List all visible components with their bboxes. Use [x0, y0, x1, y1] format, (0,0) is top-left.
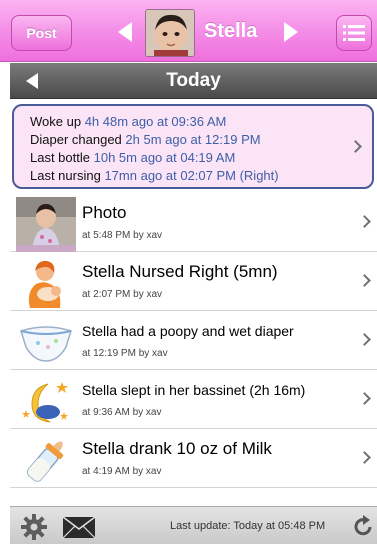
- mail-icon[interactable]: [62, 516, 96, 539]
- event-list: Photo at 5:48 PM by xav Stella Nursed Ri…: [10, 193, 377, 488]
- moon-stars-icon: [18, 376, 74, 428]
- chevron-right-icon: [358, 451, 371, 464]
- summary-value: 17mn ago at 02:07 PM (Right): [104, 168, 279, 183]
- summary-panel[interactable]: Woke up 4h 48m ago at 09:36 AM Diaper ch…: [12, 104, 374, 189]
- event-subtitle: at 4:19 AM by xav: [82, 466, 162, 477]
- event-title: Stella Nursed Right (5mn): [82, 262, 278, 281]
- baby-name: Stella: [204, 20, 258, 42]
- summary-row-woke-up: Woke up 4h 48m ago at 09:36 AM: [30, 113, 372, 131]
- list-item[interactable]: Stella drank 10 oz of Milk at 4:19 AM by…: [10, 429, 377, 488]
- date-bar: Today: [10, 63, 377, 99]
- list-item[interactable]: Stella slept in her bassinet (2h 16m) at…: [10, 370, 377, 429]
- summary-label: Diaper changed: [30, 132, 122, 147]
- list-menu-button[interactable]: [336, 15, 372, 51]
- summary-row-nursing: Last nursing 17mn ago at 02:07 PM (Right…: [30, 167, 372, 185]
- next-baby-arrow-icon[interactable]: [284, 22, 298, 42]
- event-subtitle: at 5:48 PM by xav: [82, 230, 163, 241]
- previous-baby-arrow-icon[interactable]: [118, 22, 132, 42]
- summary-row-bottle: Last bottle 10h 5m ago at 04:19 AM: [30, 149, 372, 167]
- refresh-icon[interactable]: [352, 514, 374, 538]
- event-title: Stella slept in her bassinet (2h 16m): [82, 382, 306, 398]
- event-title: Stella had a poopy and wet diaper: [82, 323, 294, 339]
- diaper-icon: [18, 317, 74, 369]
- photo-thumbnail: [16, 197, 76, 252]
- event-title: Stella drank 10 oz of Milk: [82, 439, 272, 458]
- event-subtitle: at 12:19 PM by xav: [82, 348, 168, 359]
- baby-bottle-icon: [18, 435, 74, 487]
- summary-label: Last bottle: [30, 150, 90, 165]
- date-title: Today: [166, 70, 221, 91]
- summary-row-diaper: Diaper changed 2h 5m ago at 12:19 PM: [30, 131, 372, 149]
- chevron-right-icon: [358, 333, 371, 346]
- gear-icon[interactable]: [20, 513, 48, 541]
- nursing-icon: [18, 258, 74, 310]
- post-button[interactable]: Post: [11, 15, 72, 51]
- list-icon: [343, 25, 365, 41]
- chevron-right-icon: [358, 215, 371, 228]
- bottom-toolbar: Last update: Today at 05:48 PM: [10, 506, 377, 544]
- baby-avatar[interactable]: [145, 9, 195, 57]
- event-subtitle: at 9:36 AM by xav: [82, 407, 162, 418]
- last-update-text: Last update: Today at 05:48 PM: [170, 520, 326, 532]
- summary-value: 10h 5m ago at 04:19 AM: [93, 150, 236, 165]
- chevron-right-icon: [358, 392, 371, 405]
- event-subtitle: at 2:07 PM by xav: [82, 289, 163, 300]
- chevron-right-icon: [358, 274, 371, 287]
- summary-value: 4h 48m ago at 09:36 AM: [84, 114, 227, 129]
- list-item[interactable]: Photo at 5:48 PM by xav: [10, 193, 377, 252]
- summary-label: Last nursing: [30, 168, 101, 183]
- top-nav-bar: Post Stella: [0, 0, 377, 62]
- summary-label: Woke up: [30, 114, 82, 129]
- summary-value: 2h 5m ago at 12:19 PM: [125, 132, 261, 147]
- list-item[interactable]: Stella Nursed Right (5mn) at 2:07 PM by …: [10, 252, 377, 311]
- list-item[interactable]: Stella had a poopy and wet diaper at 12:…: [10, 311, 377, 370]
- event-title: Photo: [82, 203, 127, 222]
